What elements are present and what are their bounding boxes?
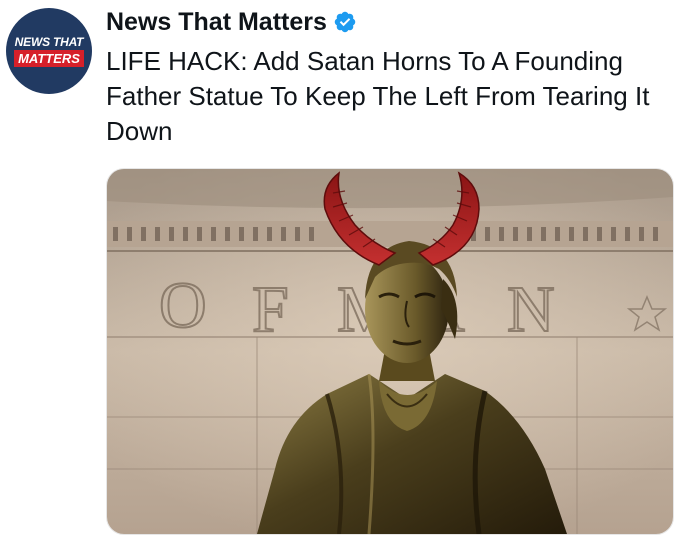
tweet-text: LIFE HACK: Add Satan Horns To A Founding… [106, 46, 650, 146]
tweet-header: News That Matters [106, 6, 357, 38]
engraved-letter-n: N [507, 273, 555, 346]
avatar[interactable]: NEWS THAT MATTERS [6, 8, 92, 94]
verified-badge-icon [334, 11, 356, 33]
display-name[interactable]: News That Matters [106, 6, 327, 38]
avatar-text-top: NEWS THAT [14, 34, 84, 49]
tweet-media[interactable]: O F M A N [106, 168, 674, 535]
avatar-text-bottom: MATTERS [14, 49, 84, 67]
statue-photo: O F M A N [107, 169, 673, 534]
engraved-letter-f: F [252, 273, 289, 346]
engraved-letter-o: O [159, 269, 207, 342]
tweet-card: NEWS THAT MATTERS News That Matters LIFE… [0, 0, 680, 547]
